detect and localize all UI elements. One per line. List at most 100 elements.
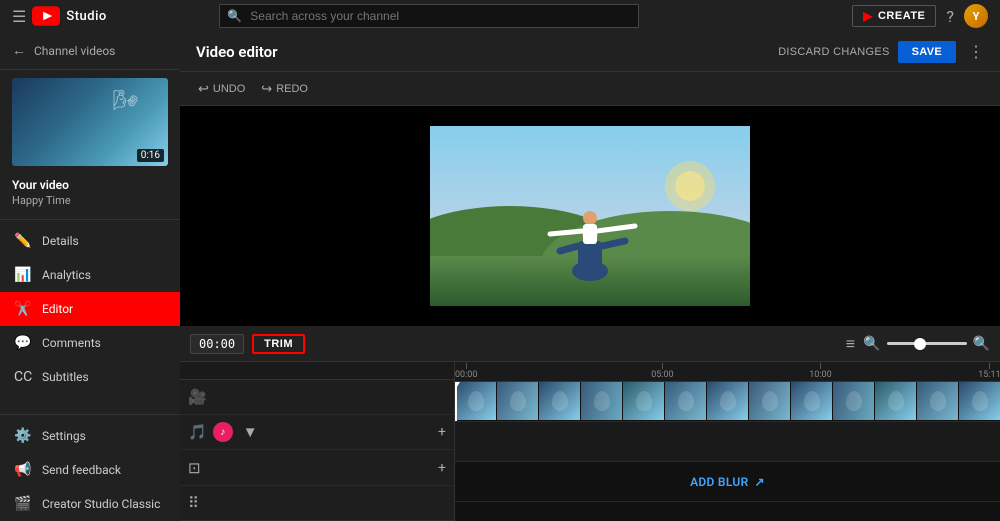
ruler-mark-0: 00:00 [455, 363, 477, 380]
vthumb-8 [749, 382, 791, 420]
timeline-area: 00:00 TRIM ≡ 🔍 🔍 🎥 [180, 326, 1000, 521]
sidebar-item-settings[interactable]: ⚙️ Settings [0, 419, 180, 453]
avatar[interactable]: Y [964, 4, 988, 28]
vthumb-6 [665, 382, 707, 420]
redo-icon: ↪ [261, 81, 272, 97]
subtitles-icon: CC [14, 369, 32, 385]
video-thumbnails [455, 382, 1000, 421]
sidebar-item-label: Comments [42, 336, 101, 350]
timecode-display: 00:00 [190, 334, 244, 354]
preview-area [180, 106, 1000, 326]
blur-track-icon: ⊡ [188, 459, 201, 477]
discard-button[interactable]: DISCARD CHANGES [778, 46, 889, 58]
playhead-triangle [455, 382, 460, 390]
undo-icon: ↩ [198, 81, 209, 97]
ruler-mark-15: 15:11 [978, 363, 1000, 380]
sidebar-item-label: Editor [42, 302, 73, 316]
search-icon: 🔍 [227, 9, 242, 23]
divider-bottom [0, 414, 180, 415]
sidebar-item-analytics[interactable]: 📊 Analytics [0, 258, 180, 292]
grip-icon: ≡ [846, 334, 855, 354]
sidebar-item-comments[interactable]: 💬 Comments [0, 326, 180, 360]
trim-button[interactable]: TRIM [252, 334, 305, 354]
zoom-in-icon[interactable]: 🔍 [973, 336, 990, 352]
studio-label: Studio [66, 9, 106, 24]
redo-label: REDO [276, 83, 308, 95]
video-track-icon: 🎥 [188, 388, 207, 406]
comments-icon: 💬 [14, 335, 32, 351]
add-blur-button[interactable]: ADD BLUR ↗ [690, 475, 765, 489]
redo-button[interactable]: ↪ REDO [255, 77, 314, 101]
timeline-ruler: 00:00 05:00 10:00 15:11 [455, 362, 1000, 382]
effects-track-icon: ⠿ [188, 494, 199, 512]
undo-button[interactable]: ↩ UNDO [192, 77, 251, 101]
effects-track-control: ⠿ [180, 486, 454, 521]
search-input[interactable] [219, 4, 639, 28]
more-options-icon[interactable]: ⋮ [968, 42, 984, 61]
add-blur-label: ADD BLUR [690, 475, 748, 489]
topbar-right: ▶ CREATE ? Y [852, 4, 988, 28]
timeline-tracks: 🎥 🎵 ♪ ▼ + ⊡ + ⠿ [180, 362, 1000, 521]
create-button[interactable]: ▶ CREATE [852, 5, 936, 27]
ruler-mark-5: 05:00 [651, 363, 673, 380]
sidebar-item-label: Send feedback [42, 463, 121, 477]
zoom-slider[interactable] [887, 342, 967, 345]
create-icon: ▶ [863, 9, 873, 23]
zoom-controls: 🔍 🔍 [863, 336, 990, 352]
video-track-control: 🎥 [180, 380, 454, 415]
sidebar-item-label: Settings [42, 429, 86, 443]
editor-actions: DISCARD CHANGES SAVE ⋮ [778, 41, 984, 63]
vthumb-7 [707, 382, 749, 420]
thumb-image: 🌬 0:16 [12, 78, 168, 166]
playhead[interactable] [455, 382, 457, 421]
sidebar-item-label: Subtitles [42, 370, 89, 384]
sidebar-item-details[interactable]: ✏️ Details [0, 224, 180, 258]
settings-icon: ⚙️ [14, 428, 32, 444]
music-track-dot: ♪ [213, 422, 233, 442]
editor-icon: ✂️ [14, 301, 32, 317]
windmill-icon: 🌬 [113, 88, 138, 112]
undo-bar: ↩ UNDO ↪ REDO [180, 72, 1000, 106]
blur-add-icon[interactable]: + [438, 460, 446, 476]
video-preview [430, 126, 750, 306]
music-track-control: 🎵 ♪ ▼ + [180, 415, 454, 450]
blur-track: ADD BLUR ↗ [455, 462, 1000, 502]
search-bar: 🔍 [219, 4, 639, 28]
vthumb-9 [791, 382, 833, 420]
vthumb-11 [875, 382, 917, 420]
ruler-spacer [180, 362, 454, 380]
ruler-mark-10: 10:00 [809, 363, 831, 380]
music-add-icon[interactable]: + [438, 424, 446, 440]
help-icon[interactable]: ? [946, 7, 954, 26]
sidebar-item-feedback[interactable]: 📢 Send feedback [0, 453, 180, 487]
sidebar-item-classic[interactable]: 🎬 Creator Studio Classic [0, 487, 180, 521]
vthumb-10 [833, 382, 875, 420]
back-icon: ← [12, 42, 26, 59]
zoom-out-icon[interactable]: 🔍 [863, 336, 880, 352]
vthumb-12 [917, 382, 959, 420]
sidebar: ← Channel videos 🌬 0:16 Your video Happy… [0, 32, 180, 521]
vthumb-4 [581, 382, 623, 420]
sidebar-item-subtitles[interactable]: CC Subtitles [0, 360, 180, 394]
back-label: Channel videos [34, 44, 115, 58]
music-expand-icon[interactable]: ▼ [243, 423, 258, 441]
save-button[interactable]: SAVE [898, 41, 956, 63]
editor-content: Video editor DISCARD CHANGES SAVE ⋮ ↩ UN… [180, 32, 1000, 521]
back-to-channel[interactable]: ← Channel videos [0, 32, 180, 70]
sidebar-item-editor[interactable]: ✂️ Editor [0, 292, 180, 326]
video-thumbnail: 🌬 0:16 [12, 78, 168, 166]
sidebar-item-label: Creator Studio Classic [42, 497, 160, 511]
analytics-icon: 📊 [14, 267, 32, 283]
youtube-icon [32, 6, 60, 26]
sidebar-item-label: Details [42, 234, 79, 248]
video-title: Your video [0, 174, 180, 194]
divider [0, 219, 180, 220]
hamburger-icon[interactable]: ☰ [12, 7, 26, 26]
vthumb-5 [623, 382, 665, 420]
vthumb-13 [959, 382, 1000, 420]
video-duration: 0:16 [137, 149, 164, 162]
track-controls: 🎥 🎵 ♪ ▼ + ⊡ + ⠿ [180, 362, 455, 521]
add-blur-icon: ↗ [755, 475, 765, 489]
sidebar-item-label: Analytics [42, 268, 91, 282]
video-track [455, 382, 1000, 422]
